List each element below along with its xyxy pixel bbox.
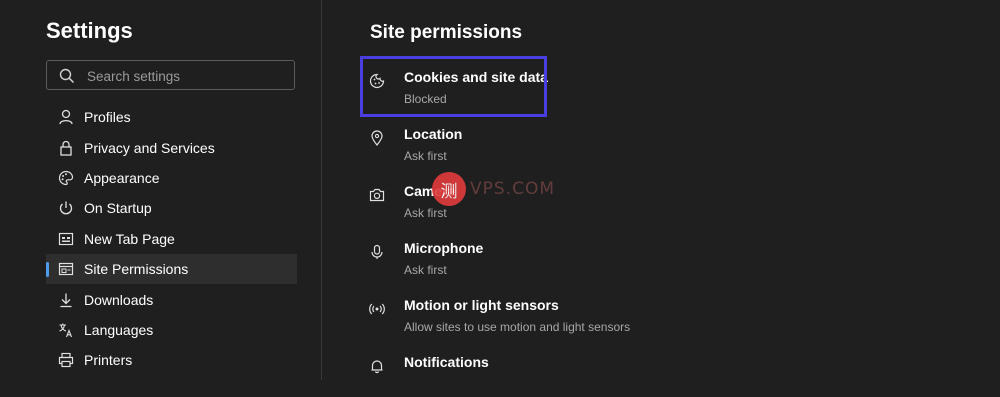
sidebar-item-startup[interactable]: On Startup bbox=[46, 193, 297, 223]
sidebar-item-appearance[interactable]: Appearance bbox=[46, 163, 297, 193]
sidebar-item-site-permissions[interactable]: Site Permissions bbox=[46, 253, 297, 285]
sidebar-item-label: Downloads bbox=[84, 291, 154, 308]
permission-status: Ask first bbox=[404, 149, 447, 163]
permission-name: Motion or light sensors bbox=[404, 297, 559, 313]
languages-icon bbox=[56, 320, 76, 340]
printer-icon bbox=[56, 350, 76, 370]
search-box[interactable] bbox=[46, 60, 295, 91]
palette-icon bbox=[56, 168, 76, 188]
permission-status: Ask first bbox=[404, 263, 447, 277]
newtab-icon bbox=[56, 229, 76, 249]
microphone-icon bbox=[368, 243, 386, 261]
sensor-icon bbox=[368, 300, 386, 318]
search-input[interactable] bbox=[85, 61, 289, 91]
permission-notifications[interactable]: Notifications bbox=[362, 345, 762, 397]
watermark-text: VPS.COM bbox=[470, 179, 555, 199]
permission-name: Cookies and site data bbox=[404, 69, 548, 85]
sidebar-item-downloads[interactable]: Downloads bbox=[46, 284, 297, 314]
bell-icon bbox=[368, 357, 386, 375]
camera-icon bbox=[368, 186, 386, 204]
power-icon bbox=[56, 198, 76, 218]
settings-sidebar: Settings Profiles Privacy and Services A… bbox=[0, 0, 322, 380]
watermark-badge: 测 bbox=[432, 172, 466, 206]
page-title: Site permissions bbox=[370, 22, 523, 43]
permission-status: Allow sites to use motion and light sens… bbox=[404, 320, 631, 334]
permission-camera[interactable]: Camera Ask first bbox=[362, 174, 762, 226]
sidebar-item-label: New Tab Page bbox=[84, 230, 175, 247]
permission-motion-sensors[interactable]: Motion or light sensors Allow sites to u… bbox=[362, 288, 762, 340]
permission-name: Location bbox=[404, 126, 463, 142]
active-indicator bbox=[46, 261, 49, 277]
profile-icon bbox=[56, 107, 76, 127]
cookie-icon bbox=[368, 72, 386, 90]
permission-status: Blocked bbox=[404, 92, 447, 106]
permission-status: Ask first bbox=[404, 206, 447, 220]
sidebar-item-label: Profiles bbox=[84, 109, 131, 126]
sidebar-item-printers[interactable]: Printers bbox=[46, 345, 297, 375]
search-icon bbox=[59, 68, 75, 84]
sidebar-item-label: Privacy and Services bbox=[84, 139, 215, 156]
permission-name: Microphone bbox=[404, 240, 484, 256]
settings-title: Settings bbox=[46, 18, 133, 43]
sidebar-item-label: Languages bbox=[84, 321, 154, 338]
sidebar-nav: Profiles Privacy and Services Appearance… bbox=[46, 102, 297, 376]
sidebar-item-new-tab-page[interactable]: New Tab Page bbox=[46, 224, 297, 254]
sidebar-item-profiles[interactable]: Profiles bbox=[46, 102, 297, 132]
sidebar-item-label: Printers bbox=[84, 352, 133, 369]
permission-microphone[interactable]: Microphone Ask first bbox=[362, 231, 762, 283]
site-permissions-icon bbox=[56, 259, 76, 279]
sidebar-item-languages[interactable]: Languages bbox=[46, 315, 297, 345]
lock-icon bbox=[56, 138, 76, 158]
permission-cookies[interactable]: Cookies and site data Blocked bbox=[362, 60, 762, 112]
sidebar-item-label: Appearance bbox=[84, 169, 160, 186]
sidebar-item-label: Site Permissions bbox=[84, 261, 189, 278]
location-pin-icon bbox=[368, 129, 386, 147]
permission-name: Notifications bbox=[404, 354, 489, 370]
permission-location[interactable]: Location Ask first bbox=[362, 117, 762, 169]
sidebar-item-label: On Startup bbox=[84, 200, 152, 217]
watermark: 测 VPS.COM bbox=[432, 172, 555, 206]
sidebar-item-privacy[interactable]: Privacy and Services bbox=[46, 132, 297, 162]
download-icon bbox=[56, 290, 76, 310]
